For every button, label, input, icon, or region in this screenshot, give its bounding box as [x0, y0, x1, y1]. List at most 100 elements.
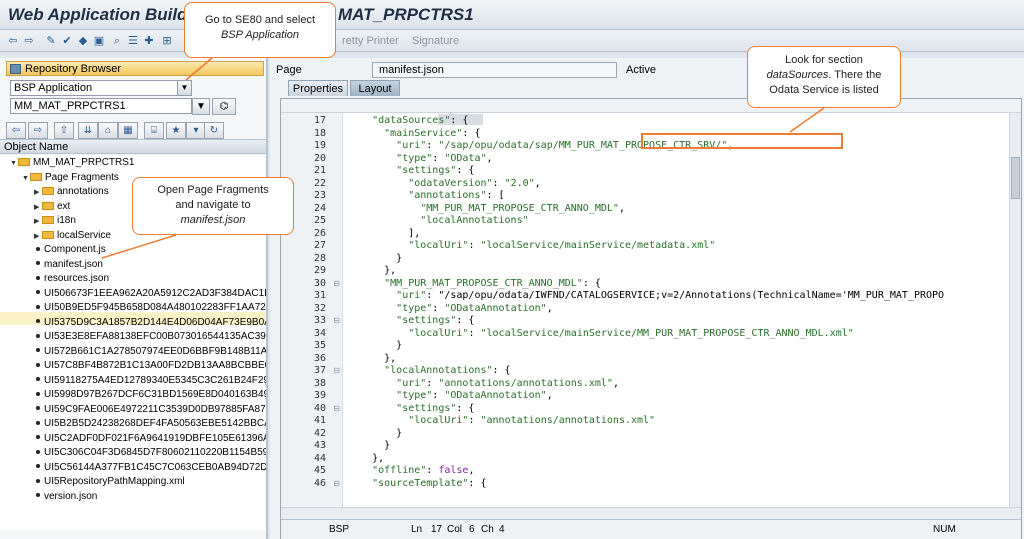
editor-pane: Page manifest.json Active Properties Lay…	[270, 58, 1024, 539]
tab-layout[interactable]: Layout	[350, 80, 400, 96]
tree-folder-item[interactable]: ▼ Page Fragments	[22, 171, 119, 184]
collapse-arrow-icon[interactable]: ▶	[34, 201, 42, 214]
expand-arrow-icon[interactable]: ▼	[10, 157, 18, 170]
tree-file-item[interactable]: Component.js	[34, 243, 106, 256]
callout-open-manifest: Open Page Fragments and navigate to mani…	[132, 177, 294, 235]
tree-file-item[interactable]: manifest.json	[34, 258, 103, 271]
back-icon[interactable]: ⇦	[6, 34, 20, 48]
collapse-icon[interactable]: ⇊	[78, 122, 98, 139]
vertical-scrollbar[interactable]	[1009, 113, 1021, 507]
pretty-printer-button[interactable]: retty Printer	[342, 35, 399, 47]
tree-file-item[interactable]: UI5B2B5D24238268DEF4FA50563EBE5142BBCACE	[34, 417, 266, 430]
object-list-icon[interactable]: ☰	[126, 34, 140, 48]
title-bar: Web Application Builde MAT_PRPCTRS1	[0, 0, 1024, 30]
file-bullet-icon	[36, 406, 40, 411]
forward-nav-icon[interactable]: ⇨	[28, 122, 48, 139]
display-icon[interactable]: ✚	[142, 34, 156, 48]
tree-file-item[interactable]: resources.json	[34, 272, 109, 285]
tree-file-item[interactable]: UI57C8BF4B872B1C13A00FD2DB13AA8BCBBE0D2	[34, 359, 266, 372]
dropdown-button[interactable]: ▼	[192, 98, 210, 115]
code-line: "type": "ODataAnnotation",	[396, 302, 553, 314]
hierarchy-icon[interactable]: ⊞	[160, 34, 174, 48]
tree-folder-item[interactable]: ▶ localService	[34, 229, 111, 242]
up-nav-icon[interactable]: ⇧	[54, 122, 74, 139]
tree-file-item[interactable]: UI5C56144A377FB1C45C7C063CEB0AB94D72D88	[34, 461, 266, 474]
tree-file-item[interactable]: UI5C306C04F3D6845D7F80602110220B1154B593	[34, 446, 266, 459]
display-glasses-icon[interactable]: ⌬	[212, 98, 236, 115]
horizontal-scrollbar[interactable]	[281, 507, 1021, 519]
code-line: "offline": false,	[372, 465, 475, 476]
chevron-down-icon[interactable]: ▼	[177, 81, 191, 95]
code-editor[interactable]: 17 18 19 20 21 22 23 24 25 26 27 28 29 30 ⊟ 31 32 33 ⊟ 34 35…	[280, 98, 1022, 539]
object-category-select[interactable]: BSP Application ▼	[10, 80, 192, 96]
file-bullet-icon	[36, 362, 40, 367]
tree-file-item[interactable]: UI59118275A4ED12789340E5345C3C261B24F297	[34, 374, 266, 387]
collapse-arrow-icon[interactable]: ▶	[34, 215, 42, 228]
line-number: 35	[313, 340, 326, 351]
callout-3-line-3: Odata Service is listed	[769, 84, 879, 96]
collapse-arrow-icon[interactable]: ▶	[34, 186, 42, 199]
tree-folder-item[interactable]: ▶ i18n	[34, 214, 76, 227]
code-line: "type": "OData",	[396, 152, 493, 164]
tree-file-item[interactable]: UI53E3E8EFA88138EFC00B073016544135AC394A	[34, 330, 266, 343]
other-object-icon[interactable]: ✎	[44, 34, 58, 48]
forward-icon[interactable]: ⇨	[22, 34, 36, 48]
object-category-value: BSP Application	[14, 82, 93, 94]
line-number: 40	[313, 402, 326, 414]
fold-marker-icon[interactable]: ⊟	[333, 365, 340, 377]
activate-icon[interactable]: ◆	[76, 34, 90, 48]
tree-file-item[interactable]: UI50B9ED5F945B658D084A480102283FF1AA72A8	[34, 301, 266, 314]
tree-file-item[interactable]: UI5RepositoryPathMapping.xml	[34, 475, 185, 488]
tree-file-item[interactable]: UI5998D97B267DCF6C31BD1569E8D040163B49B0	[34, 388, 266, 401]
favorites-icon[interactable]: ★	[166, 122, 186, 139]
code-area[interactable]: "dataSources": { "mainService": { "uri":…	[344, 113, 1009, 507]
code-line: "localAnnotations"	[420, 215, 529, 226]
tree-item-label: UI50B9ED5F945B658D084A480102283FF1AA72A8	[44, 302, 266, 313]
line-number: 22	[313, 177, 326, 189]
tree-item-label: localService	[57, 229, 111, 241]
favorites-menu-icon[interactable]: ▾	[186, 122, 206, 139]
tree-file-item[interactable]: UI59C9FAE006E4972211C3539D0DB97885FA872E	[34, 403, 266, 416]
tree-file-item[interactable]: UI506673F1EEA962A20A5912C2AD3F384DAC1DAE	[34, 287, 266, 300]
tree-folder-item[interactable]: ▶ ext	[34, 200, 70, 213]
line-number-gutter: 17 18 19 20 21 22 23 24 25 26 27 28 29 30 ⊟ 31 32 33 ⊟ 34 35…	[281, 113, 343, 507]
table-icon[interactable]: ▦	[118, 122, 138, 139]
repository-browser-label: Repository Browser	[25, 63, 121, 75]
callout-2-line-2: and navigate to	[175, 199, 251, 211]
hierarchy-nav-icon[interactable]: ⌸	[144, 122, 164, 139]
tree-file-item[interactable]: UI572B661C1A278507974EE0D6BBF9B148B11AEE	[34, 345, 266, 358]
expand-arrow-icon[interactable]: ▼	[22, 172, 30, 185]
back-nav-icon[interactable]: ⇦	[6, 122, 26, 139]
status-col-value: 6	[469, 524, 475, 535]
tree-file-item[interactable]: version.json	[34, 490, 97, 503]
where-used-icon[interactable]: ⌕	[110, 34, 124, 48]
fold-marker-icon[interactable]: ⊟	[333, 403, 340, 415]
fold-marker-icon[interactable]: ⊟	[333, 315, 340, 327]
tree-file-item[interactable]: UI5375D9C3A1857B2D144E4D06D04AF73E9B0A3	[34, 316, 266, 329]
file-bullet-icon	[36, 304, 40, 309]
code-line: "localUri": "annotations/annotations.xml…	[408, 415, 656, 426]
test-icon[interactable]: ▣	[92, 34, 106, 48]
scrollbar-thumb[interactable]	[1011, 157, 1020, 199]
signature-button[interactable]: Signature	[412, 35, 459, 47]
fold-marker-icon[interactable]: ⊟	[333, 478, 340, 490]
fold-marker-icon[interactable]: ⊟	[333, 278, 340, 290]
check-icon[interactable]: ✔	[60, 34, 74, 48]
line-number: 41	[313, 415, 326, 426]
object-name-column-header[interactable]: Object Name	[0, 139, 266, 154]
collapse-arrow-icon[interactable]: ▶	[34, 230, 42, 243]
tree-folder-item[interactable]: ▶ annotations	[34, 185, 109, 198]
tree-folder-item[interactable]: ▼ MM_MAT_PRPCTRS1	[10, 156, 135, 169]
page-name-field[interactable]: manifest.json	[372, 62, 617, 78]
tree-item-label: UI506673F1EEA962A20A5912C2AD3F384DAC1DAE	[44, 287, 266, 299]
code-line: },	[348, 452, 385, 464]
file-bullet-icon	[36, 435, 40, 440]
navigation-icon-bar: ⇦ ⇨ ⇧ ⇊ ⌂ ▦ ⌸ ★ ▾ ↻	[6, 122, 264, 140]
repository-browser-button[interactable]: Repository Browser	[6, 61, 264, 76]
object-name-input[interactable]: MM_MAT_PRPCTRS1	[10, 98, 192, 114]
tab-properties[interactable]: Properties	[288, 80, 348, 96]
tree-icon[interactable]: ⌂	[98, 122, 118, 139]
tree-file-item[interactable]: UI5C2ADF0DF021F6A9641919DBFE105E61396ABC	[34, 432, 266, 445]
tree-item-label: Component.js	[44, 244, 106, 255]
refresh-icon[interactable]: ↻	[204, 122, 224, 139]
